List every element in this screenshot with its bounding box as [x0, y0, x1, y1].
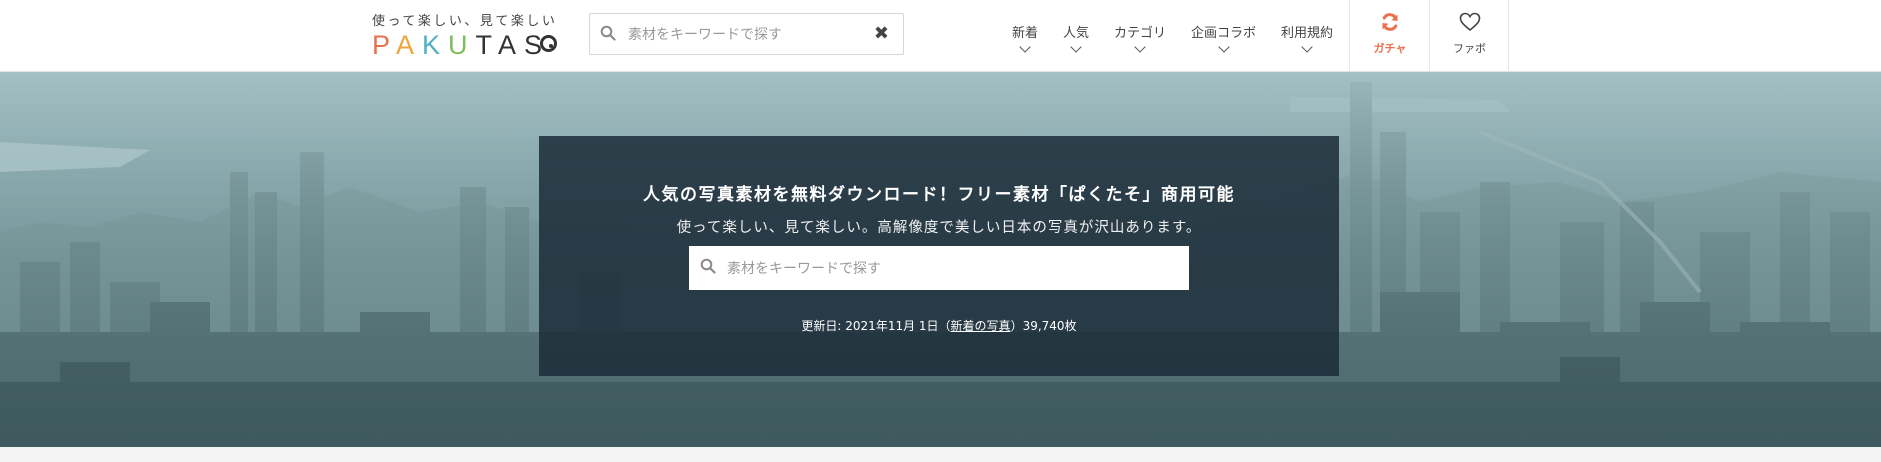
- nav-popular[interactable]: 人気: [1063, 22, 1090, 53]
- site-logo[interactable]: 使って楽しい、見て楽しい PAKUTAS: [372, 10, 564, 60]
- site-header: 使って楽しい、見て楽しい PAKUTAS ✖ 新着 人気 カテゴリ 企画コラボ …: [0, 0, 1881, 72]
- update-date-text: 更新日: 2021年11月 1日（: [801, 319, 951, 333]
- hero-panel: 人気の写真素材を無料ダウンロード！フリー素材「ぱくたそ」商用可能 使って楽しい、…: [539, 136, 1339, 376]
- nav-new-label: 新着: [1012, 26, 1039, 41]
- hero-search-input[interactable]: [725, 256, 1169, 282]
- photo-count-text: ）39,740枚: [1010, 319, 1077, 333]
- header-search-box: ✖: [589, 13, 904, 55]
- favorites-button[interactable]: ファボ: [1430, 0, 1509, 72]
- heart-icon: [1459, 12, 1480, 32]
- nav-terms-label: 利用規約: [1281, 26, 1334, 41]
- gacha-label: ガチャ: [1373, 42, 1407, 55]
- update-info: 更新日: 2021年11月 1日（新着の写真）39,740枚: [539, 317, 1339, 334]
- gacha-button[interactable]: ガチャ: [1350, 0, 1430, 72]
- chevron-down-icon: [1301, 41, 1313, 53]
- nav-collab-label: 企画コラボ: [1191, 26, 1257, 41]
- chevron-down-icon: [1217, 41, 1230, 53]
- nav-category[interactable]: カテゴリ: [1114, 22, 1167, 53]
- search-icon: [600, 25, 616, 45]
- chevron-down-icon: [1134, 41, 1146, 53]
- nav-terms[interactable]: 利用規約: [1281, 22, 1334, 53]
- logo-tagline: 使って楽しい、見て楽しい: [372, 14, 558, 29]
- refresh-icon: [1382, 13, 1398, 31]
- chevron-down-icon: [1070, 41, 1082, 53]
- nav-popular-label: 人気: [1063, 26, 1090, 41]
- logo-o-mark: [540, 35, 557, 52]
- header-search-input[interactable]: [626, 22, 860, 48]
- hero-title: 人気の写真素材を無料ダウンロード！フリー素材「ぱくたそ」商用可能: [643, 185, 1235, 205]
- nav-divider: [1508, 0, 1509, 72]
- nav-category-label: カテゴリ: [1114, 26, 1167, 41]
- close-icon[interactable]: ✖: [874, 24, 889, 44]
- hero-section: 人気の写真素材を無料ダウンロード！フリー素材「ぱくたそ」商用可能 使って楽しい、…: [0, 72, 1881, 447]
- logo-wordmark: PAKUTAS: [372, 30, 551, 60]
- search-icon: [700, 258, 716, 278]
- hero-subtitle: 使って楽しい、見て楽しい。高解像度で美しい日本の写真が沢山あります。: [676, 220, 1202, 236]
- chevron-down-icon: [1019, 41, 1031, 53]
- nav-collab[interactable]: 企画コラボ: [1191, 22, 1257, 53]
- new-photos-link[interactable]: 新着の写真: [951, 319, 1011, 333]
- nav-new[interactable]: 新着: [1012, 22, 1039, 53]
- favorites-label: ファボ: [1453, 42, 1486, 55]
- hero-search-box: [689, 246, 1189, 290]
